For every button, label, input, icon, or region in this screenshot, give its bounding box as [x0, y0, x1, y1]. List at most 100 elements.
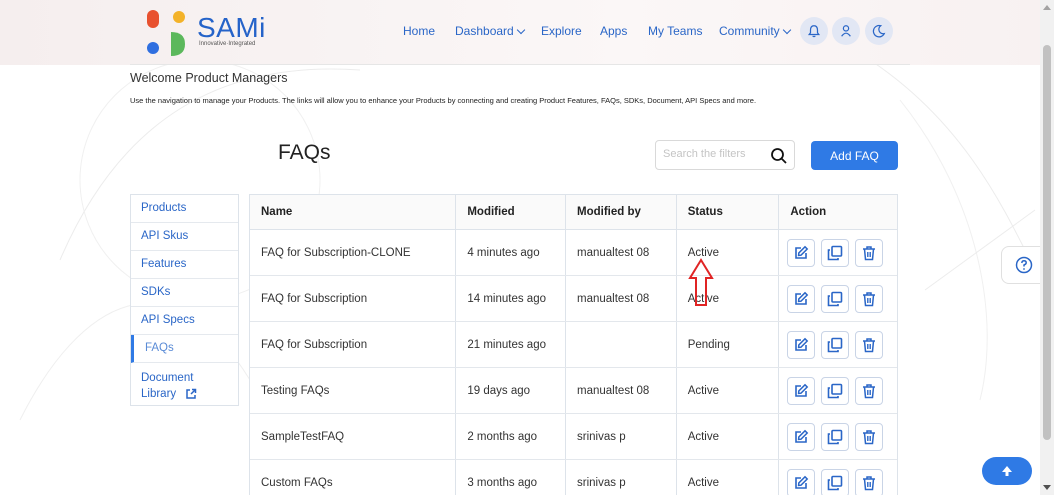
add-faq-button[interactable]: Add FAQ — [811, 141, 898, 170]
delete-button[interactable] — [855, 284, 884, 313]
clone-button[interactable] — [821, 330, 850, 359]
table-row: FAQ for Subscription 14 minutes ago manual… — [250, 276, 897, 322]
sidebar-item-api-skus[interactable]: API Skus — [131, 223, 238, 251]
cell-modified-by: manualtest 08 — [566, 368, 677, 413]
table-row: FAQ for Subscription 21 minutes ago Pendin… — [250, 322, 897, 368]
welcome-title: Welcome Product Managers — [130, 71, 288, 85]
clone-button[interactable] — [821, 468, 850, 495]
sidebar-item-faqs[interactable]: FAQs — [131, 335, 238, 363]
delete-icon — [861, 429, 877, 445]
chevron-down-icon — [516, 25, 525, 35]
cell-name[interactable]: FAQ for Subscription-CLONE — [250, 230, 457, 275]
cell-modified: 4 minutes ago — [456, 230, 567, 275]
edit-button[interactable] — [787, 330, 816, 359]
edit-icon — [793, 383, 809, 399]
cell-status: Pending — [677, 322, 780, 367]
moon-icon — [872, 24, 886, 38]
cell-actions — [779, 322, 897, 367]
edit-icon — [793, 291, 809, 307]
clone-button[interactable] — [821, 238, 850, 267]
edit-button[interactable] — [787, 422, 816, 451]
cell-modified-by: manualtest 08 — [566, 276, 677, 321]
nav-home[interactable]: Home — [403, 24, 435, 38]
delete-icon — [861, 291, 877, 307]
table-row: SampleTestFAQ 2 months ago srinivas p Activ… — [250, 414, 897, 460]
cell-actions — [779, 230, 897, 275]
header-status[interactable]: Status — [677, 195, 780, 229]
header-name[interactable]: Name — [250, 195, 457, 229]
nav-apps[interactable]: Apps — [600, 24, 627, 38]
header-divider — [130, 64, 910, 65]
sidebar-item-features[interactable]: Features — [131, 251, 238, 279]
nav-dashboard[interactable]: Dashboard — [455, 24, 525, 38]
cell-actions — [779, 368, 897, 413]
edit-button[interactable] — [787, 238, 816, 267]
clone-button[interactable] — [821, 376, 850, 405]
welcome-text: Use the navigation to manage your Produc… — [130, 96, 757, 105]
table-row: FAQ for Subscription-CLONE 4 minutes ago m… — [250, 230, 897, 276]
logo-icon — [147, 10, 185, 56]
clone-icon — [827, 337, 843, 353]
edit-button[interactable] — [787, 284, 816, 313]
scroll-thumb[interactable] — [1043, 45, 1051, 440]
edit-icon — [793, 245, 809, 261]
cell-modified: 21 minutes ago — [456, 322, 567, 367]
page-title: FAQs — [278, 141, 331, 164]
cell-modified: 3 months ago — [456, 460, 567, 495]
edit-button[interactable] — [787, 468, 816, 495]
cell-name[interactable]: Custom FAQs — [250, 460, 457, 495]
search-box — [655, 140, 795, 170]
edit-button[interactable] — [787, 376, 816, 405]
clone-button[interactable] — [821, 422, 850, 451]
nav-community[interactable]: Community — [719, 24, 791, 38]
faqs-table: Name Modified Modified by Status Action … — [249, 194, 898, 495]
profile-button[interactable] — [832, 17, 860, 45]
theme-toggle-button[interactable] — [865, 17, 893, 45]
nav-explore[interactable]: Explore — [541, 24, 582, 38]
bell-icon — [807, 25, 821, 38]
delete-button[interactable] — [855, 238, 884, 267]
cell-modified-by: srinivas p — [566, 414, 677, 459]
brand-name: SAMi — [197, 12, 266, 43]
clone-button[interactable] — [821, 284, 850, 313]
user-icon — [841, 25, 851, 37]
cell-actions — [779, 414, 897, 459]
cell-name[interactable]: Testing FAQs — [250, 368, 457, 413]
delete-button[interactable] — [855, 468, 884, 495]
search-input[interactable] — [663, 148, 763, 160]
cell-modified-by: manualtest 08 — [566, 230, 677, 275]
page-scrollbar[interactable] — [1040, 0, 1054, 495]
delete-button[interactable] — [855, 422, 884, 451]
search-icon[interactable] — [770, 147, 788, 165]
delete-icon — [861, 383, 877, 399]
delete-icon — [861, 245, 877, 261]
sidebar-item-sdks[interactable]: SDKs — [131, 279, 238, 307]
delete-icon — [861, 337, 877, 353]
delete-button[interactable] — [855, 330, 884, 359]
cell-status: Active — [677, 368, 780, 413]
cell-modified: 2 months ago — [456, 414, 567, 459]
cell-modified: 19 days ago — [456, 368, 567, 413]
delete-icon — [861, 475, 877, 491]
header-modified-by[interactable]: Modified by — [566, 195, 677, 229]
nav-my-teams[interactable]: My Teams — [648, 24, 702, 38]
logo[interactable]: SAMi Innovative·Integrated — [145, 8, 275, 56]
table-row: Custom FAQs 3 months ago srinivas p Active — [250, 460, 897, 495]
scroll-up-icon[interactable] — [1043, 5, 1051, 10]
edit-icon — [793, 337, 809, 353]
scroll-to-top-button[interactable] — [982, 457, 1032, 485]
cell-name[interactable]: FAQ for Subscription — [250, 276, 457, 321]
clone-icon — [827, 291, 843, 307]
delete-button[interactable] — [855, 376, 884, 405]
header-modified[interactable]: Modified — [456, 195, 567, 229]
notifications-button[interactable] — [800, 17, 828, 45]
scroll-down-icon[interactable] — [1043, 485, 1051, 490]
sidebar-item-api-specs[interactable]: API Specs — [131, 307, 238, 335]
clone-icon — [827, 429, 843, 445]
cell-name[interactable]: SampleTestFAQ — [250, 414, 457, 459]
sidebar-item-document-library[interactable]: Document Library — [131, 363, 238, 407]
sidebar-item-products[interactable]: Products — [131, 195, 238, 223]
cell-name[interactable]: FAQ for Subscription — [250, 322, 457, 367]
sidebar: Products API Skus Features SDKs API Spec… — [130, 194, 239, 406]
nav-dashboard-label: Dashboard — [455, 24, 514, 38]
